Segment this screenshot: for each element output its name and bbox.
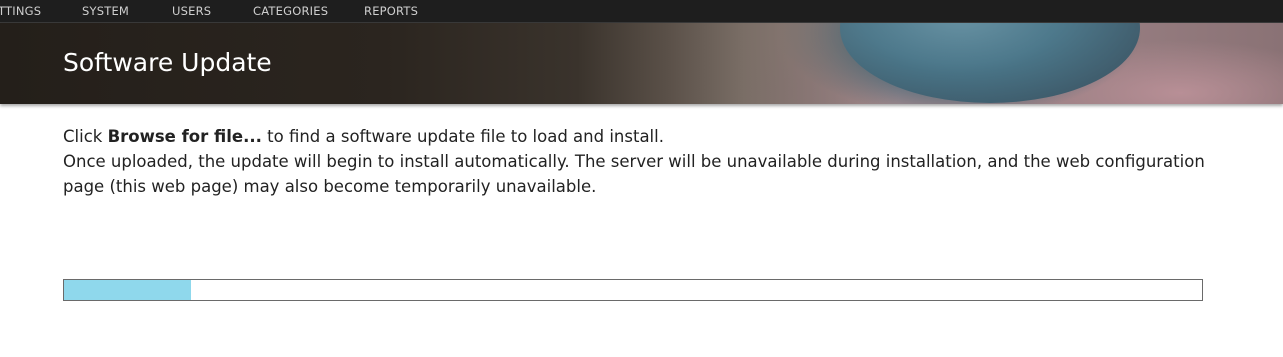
browse-for-file-reference: Browse for file...: [107, 127, 262, 146]
instructions-text: Click Browse for file... to find a softw…: [63, 124, 1223, 199]
nav-item-system[interactable]: SYSTEM: [82, 4, 129, 18]
nav-item-users[interactable]: USERS: [172, 4, 211, 18]
nav-item-categories[interactable]: CATEGORIES: [253, 4, 328, 18]
page-header-banner: Software Update: [0, 23, 1283, 104]
instructions-line-2: Once uploaded, the update will begin to …: [63, 152, 1205, 196]
instructions-line-1-suffix: to find a software update file to load a…: [261, 127, 664, 146]
nav-item-reports[interactable]: REPORTS: [364, 4, 418, 18]
instructions-line-1: Click Browse for file... to find a softw…: [63, 124, 1223, 149]
page-title: Software Update: [63, 48, 272, 77]
nav-item-settings[interactable]: TTINGS: [0, 4, 41, 18]
upload-progress-fill: [64, 280, 192, 300]
instructions-line-1-prefix: Click: [63, 127, 108, 146]
upload-progress-bar: [63, 279, 1203, 301]
top-navigation-bar: TTINGS SYSTEM USERS CATEGORIES REPORTS: [0, 0, 1283, 23]
banner-background-image: [840, 23, 1140, 103]
